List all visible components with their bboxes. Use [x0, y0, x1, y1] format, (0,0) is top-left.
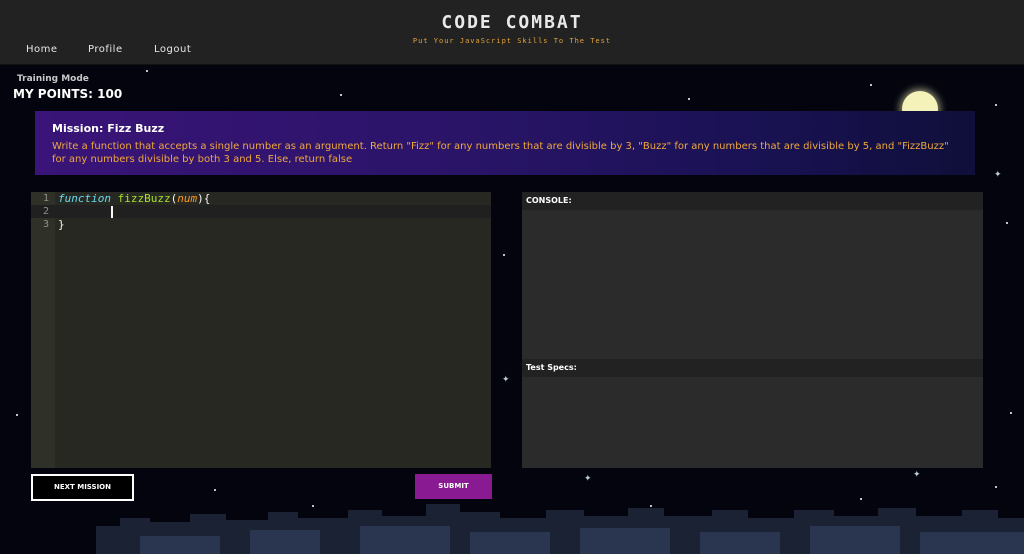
code-line-active[interactable]: 2	[31, 205, 491, 218]
star	[214, 489, 216, 491]
line-number: 2	[42, 206, 49, 217]
nav-logout-link[interactable]: Logout	[154, 44, 191, 55]
star	[503, 254, 505, 256]
mission-description: Write a function that accepts a single n…	[52, 141, 949, 165]
nav-profile-link[interactable]: Profile	[88, 44, 123, 55]
points-display: MY POINTS: 100	[13, 87, 123, 101]
code-punctuation: ){	[197, 192, 211, 205]
nav-home-link[interactable]: Home	[26, 44, 58, 55]
text-cursor	[111, 206, 113, 218]
code-line[interactable]: 1 function fizzBuzz(num){	[31, 192, 491, 205]
star	[995, 104, 997, 106]
code-line[interactable]: 3 }	[31, 218, 491, 231]
clouds-decoration	[96, 504, 1024, 554]
training-mode-label: Training Mode	[17, 74, 89, 84]
star	[1010, 412, 1012, 414]
code-keyword: function	[58, 192, 111, 205]
star	[688, 98, 690, 100]
line-number: 3	[42, 219, 49, 230]
star	[16, 414, 18, 416]
test-specs-label: Test Specs:	[522, 359, 983, 377]
code-editor[interactable]: 1 function fizzBuzz(num){ 2 3 }	[31, 192, 491, 468]
site-title: CODE COMBAT	[441, 12, 583, 33]
code-text: function fizzBuzz(num){	[58, 192, 210, 205]
console-label: CONSOLE:	[522, 192, 983, 210]
sparkle-icon: ✦	[584, 474, 592, 484]
top-bar: CODE COMBAT Put Your JavaScript Skills T…	[0, 0, 1024, 65]
sparkle-icon: ✦	[913, 470, 921, 480]
sparkle-icon: ✦	[502, 375, 510, 385]
star	[146, 70, 148, 72]
mission-panel: Mission: Fizz Buzz Write a function that…	[35, 111, 975, 175]
code-function-name: fizzBuzz	[117, 192, 171, 205]
star	[1006, 222, 1008, 224]
sparkle-icon: ✦	[994, 170, 1002, 180]
console-panel: CONSOLE: Test Specs:	[522, 192, 983, 468]
editor-gutter	[31, 192, 55, 468]
star	[995, 486, 997, 488]
star	[340, 94, 342, 96]
code-parameter: num	[177, 192, 198, 205]
star	[870, 84, 872, 86]
mission-title: Mission: Fizz Buzz	[52, 122, 165, 135]
line-number: 1	[42, 193, 49, 204]
code-text: }	[58, 218, 65, 231]
